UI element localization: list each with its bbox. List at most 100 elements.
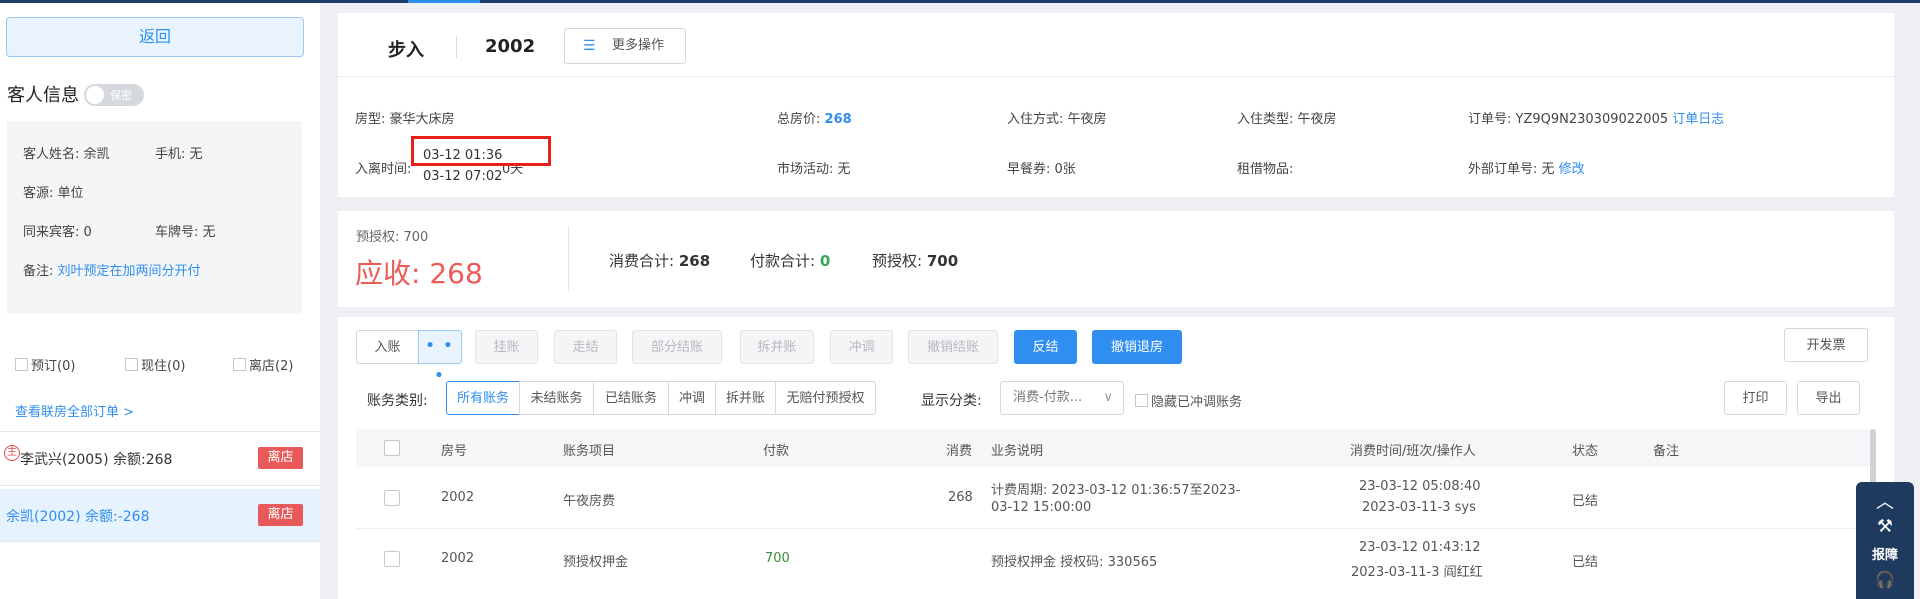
guest-name: 客人姓名: 余凯 [23,147,110,162]
privacy-toggle[interactable]: 保密 [84,84,144,106]
category-split-merge[interactable]: 拆并账 [715,381,776,415]
checkbox[interactable] [1135,394,1148,407]
cell-payment: 700 [765,551,790,566]
receivable-label: 应收: [355,257,421,290]
headset-icon[interactable]: 🎧 [1856,570,1914,589]
order-log-link[interactable]: 订单日志 [1672,112,1724,127]
stay-time-label: 入离时间: [355,162,412,177]
wrench-icon: ⚒ [1876,516,1894,537]
checkin-type-field: 入住类型: 午夜房 [1237,112,1337,127]
offset-button[interactable]: 冲调 [830,330,893,364]
divider [568,226,569,292]
checkbox[interactable] [15,358,28,371]
print-button[interactable]: 打印 [1724,381,1787,415]
filter-departed[interactable]: 离店(2) [233,355,293,374]
checkbox[interactable] [125,358,138,371]
category-preauth[interactable]: 无赔付预授权 [775,381,876,415]
external-order-label: 外部订单号: 无 [1468,162,1555,177]
guest-sidebar: 返回 客人信息 保密 客人姓名: 余凯 手机: 无 客源: 单位 同来宾客: 0… [0,3,320,599]
status-badge: 离店 [258,504,303,526]
cell-desc-line2: 03-12 15:00:00 [991,500,1092,515]
partial-settle-button[interactable]: 部分结账 [632,330,722,364]
cancel-checkout-button[interactable]: 撤销退房 [1092,330,1182,364]
cell-time-line1: 23-03-12 05:08:40 [1359,479,1481,494]
category-offset[interactable]: 冲调 [668,381,716,415]
breakfast-field: 早餐券: 0张 [1007,162,1076,177]
receivable-value: 268 [429,257,483,290]
walk-button[interactable]: 走结 [554,330,617,364]
list-icon: ☰ [583,38,596,54]
status-badge: 离店 [258,447,303,469]
split-merge-button[interactable]: 拆并账 [740,330,814,364]
post-button[interactable]: 入账 [356,330,419,364]
select-all-checkbox[interactable] [384,440,400,456]
reverse-settle-button[interactable]: 反结 [1014,330,1077,364]
consume-total: 消费合计: 268 [609,250,710,271]
order-number-field: 订单号: YZ9Q9N230309022005 订单日志 [1468,108,1724,127]
modify-link[interactable]: 修改 [1559,162,1585,177]
cancel-settle-button[interactable]: 撤销结账 [908,330,998,364]
support-widget[interactable]: ︿ ⚒ 报障 🎧 [1856,482,1914,599]
view-all-orders-link[interactable]: 查看联房全部订单 > [15,401,134,420]
remark-label: 备注: [23,264,54,279]
payment-total: 付款合计: 0 [750,250,830,271]
room-number-title: 2002 [485,36,536,57]
guest-info-box: 客人姓名: 余凯 手机: 无 客源: 单位 同来宾客: 0 车牌号: 无 备注:… [7,121,302,314]
display-select[interactable]: 消费-付款... ∨ [1000,381,1124,415]
summary-card [338,211,1894,307]
col-payment: 付款 [763,444,790,459]
main-room-mark: 主 [4,445,20,461]
filter-reserved[interactable]: 预订(0) [15,355,75,374]
checkbox[interactable] [233,358,246,371]
payment-value: 0 [819,252,831,270]
chevron-up-icon[interactable]: ︿ [1856,488,1914,514]
category-unsettled[interactable]: 未结账务 [519,381,594,415]
divider [0,541,320,542]
room-type-title: 步入 [388,40,424,61]
more-actions-button[interactable]: ☰ 更多操作 [564,28,686,64]
highlight-box [411,136,551,166]
category-settled[interactable]: 已结账务 [593,381,669,415]
cell-time-line2: 2023-03-11-3 sys [1362,500,1476,515]
report-issue-label[interactable]: 报障 [1856,544,1914,563]
export-button[interactable]: 导出 [1797,381,1860,415]
divider [0,485,320,486]
linked-order-item[interactable]: 主 李武兴(2005) 余额:268 离店 [0,432,320,484]
chevron-down-icon: ∨ [1103,390,1113,405]
hang-button[interactable]: 挂账 [475,330,538,364]
table-header: 房号 账务项目 付款 消费 业务说明 消费时间/班次/操作人 状态 备注 [356,429,1876,467]
guest-source: 客源: 单位 [23,186,84,201]
invoice-button[interactable]: 开发票 [1784,328,1868,362]
external-order-field: 外部订单号: 无 修改 [1468,158,1585,177]
row-checkbox[interactable] [384,490,400,506]
hide-offset-toggle[interactable]: 隐藏已冲调账务 [1135,391,1242,410]
row-divider [356,528,1876,529]
row-checkbox[interactable] [384,551,400,567]
cell-desc-line1: 计费周期: 2023-03-12 01:36:57至2023- [991,483,1241,498]
col-room: 房号 [441,444,468,459]
preauth-label: 预授权: [872,252,923,270]
col-description: 业务说明 [991,444,1044,459]
total-price-label: 总房价: [777,112,821,127]
display-select-value: 消费-付款... [1013,390,1083,405]
active-tab-indicator [408,0,480,3]
order-number: 订单号: YZ9Q9N230309022005 [1468,112,1669,127]
filter-in-house-label: 现住(0) [141,359,186,374]
payment-label: 付款合计: [750,252,816,270]
linked-order-item-selected[interactable]: 余凯(2002) 余额:-268 离店 [0,489,320,541]
cell-consume: 268 [948,490,973,505]
cell-item: 预授权押金 [563,555,629,570]
more-dots-button[interactable]: • • • [418,330,462,384]
remark-value: 刘叶预定在加两间分开付 [57,264,201,279]
category-all[interactable]: 所有账务 [446,381,520,415]
checkin-method-field: 入住方式: 午夜房 [1007,112,1107,127]
consume-value: 268 [678,252,711,270]
prepay-small: 预授权: 700 [356,230,429,245]
filter-in-house[interactable]: 现住(0) [125,355,185,374]
order-text: 李武兴(2005) 余额:268 [20,452,173,468]
cell-room: 2002 [441,551,475,566]
privacy-label: 保密 [110,89,132,102]
back-button[interactable]: 返回 [6,17,304,57]
total-price-value: 268 [824,112,852,127]
more-actions-label: 更多操作 [612,38,665,53]
